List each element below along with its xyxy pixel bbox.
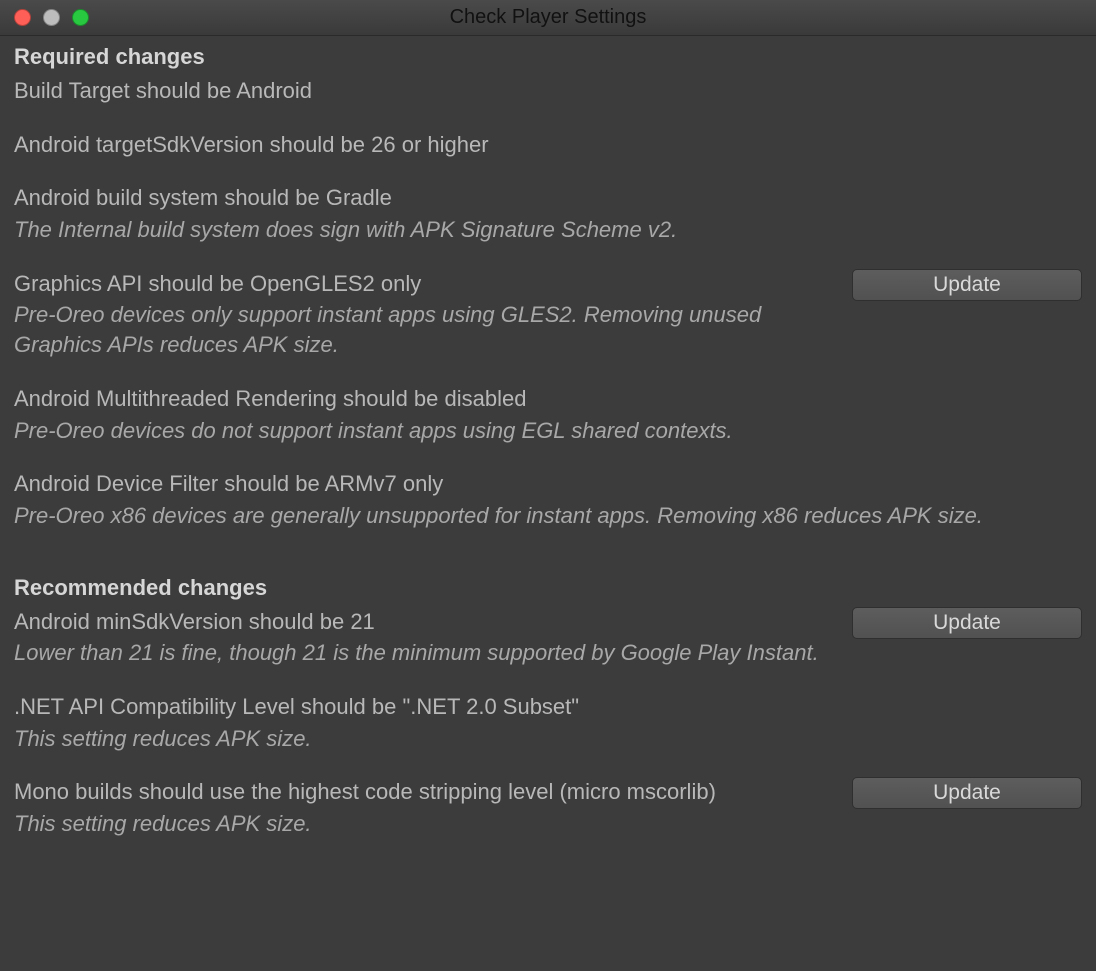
item-main-text: Build Target should be Android [14, 76, 1082, 106]
item-main-text: Android targetSdkVersion should be 26 or… [14, 130, 1082, 160]
window-title: Check Player Settings [0, 6, 1096, 29]
required-item-target-sdk: Android targetSdkVersion should be 26 or… [14, 130, 1082, 160]
item-note-text: Lower than 21 is fine, though 21 is the … [14, 638, 838, 668]
close-icon[interactable] [14, 9, 31, 26]
required-item-build-system: Android build system should be Gradle Th… [14, 183, 1082, 244]
window-controls [0, 9, 89, 26]
minimize-icon[interactable] [43, 9, 60, 26]
item-main-text: Mono builds should use the highest code … [14, 777, 838, 807]
recommended-item-net-api: .NET API Compatibility Level should be "… [14, 692, 1082, 753]
settings-window: Check Player Settings Required changes B… [0, 0, 1096, 971]
required-heading: Required changes [14, 44, 1082, 70]
content-area: Required changes Build Target should be … [0, 36, 1096, 971]
titlebar: Check Player Settings [0, 0, 1096, 36]
maximize-icon[interactable] [72, 9, 89, 26]
update-button-min-sdk[interactable]: Update [852, 607, 1082, 639]
item-note-text: Pre-Oreo devices do not support instant … [14, 416, 1082, 446]
required-item-multithreaded: Android Multithreaded Rendering should b… [14, 384, 1082, 445]
item-note-text: The Internal build system does sign with… [14, 215, 1082, 245]
required-item-device-filter: Android Device Filter should be ARMv7 on… [14, 469, 1082, 530]
recommended-item-mono-strip: Mono builds should use the highest code … [14, 777, 1082, 838]
item-main-text: .NET API Compatibility Level should be "… [14, 692, 1082, 722]
item-note-text: Pre-Oreo devices only support instant ap… [14, 300, 838, 359]
recommended-heading: Recommended changes [14, 575, 1082, 601]
item-main-text: Android Multithreaded Rendering should b… [14, 384, 1082, 414]
item-main-text: Graphics API should be OpenGLES2 only [14, 269, 838, 299]
item-main-text: Android build system should be Gradle [14, 183, 1082, 213]
item-main-text: Android minSdkVersion should be 21 [14, 607, 838, 637]
item-main-text: Android Device Filter should be ARMv7 on… [14, 469, 1082, 499]
item-note-text: Pre-Oreo x86 devices are generally unsup… [14, 501, 1082, 531]
recommended-item-min-sdk: Android minSdkVersion should be 21 Lower… [14, 607, 1082, 668]
required-item-build-target: Build Target should be Android [14, 76, 1082, 106]
item-note-text: This setting reduces APK size. [14, 809, 838, 839]
item-note-text: This setting reduces APK size. [14, 724, 1082, 754]
required-item-graphics-api: Graphics API should be OpenGLES2 only Pr… [14, 269, 1082, 360]
update-button-mono-strip[interactable]: Update [852, 777, 1082, 809]
update-button-graphics-api[interactable]: Update [852, 269, 1082, 301]
